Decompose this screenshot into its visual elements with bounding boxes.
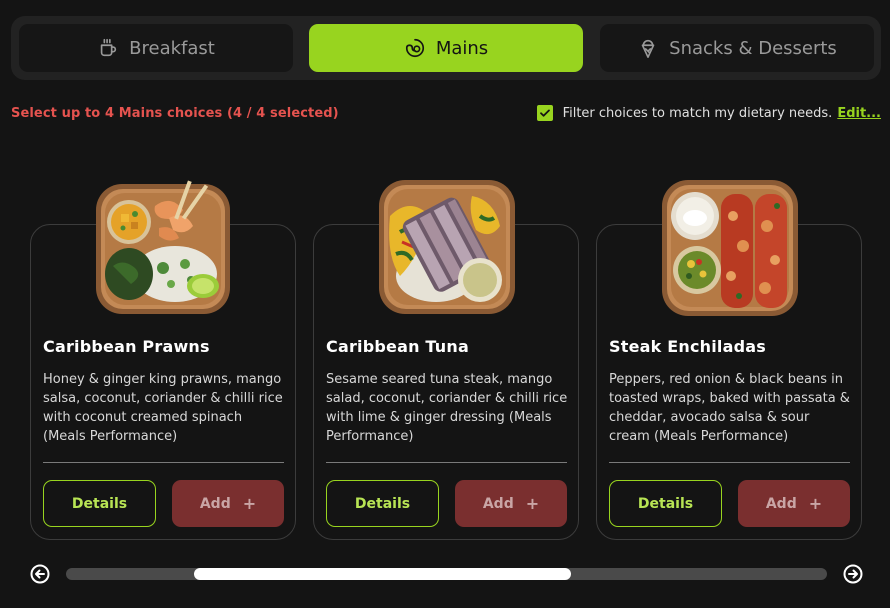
add-button-label: Add [199, 495, 231, 512]
ice-cream-icon [637, 37, 659, 59]
add-button[interactable]: Add + [738, 480, 850, 527]
meal-title: Caribbean Tuna [326, 337, 469, 356]
meal-title: Steak Enchiladas [609, 337, 766, 356]
card-divider [326, 462, 567, 463]
tab-mains[interactable]: Mains [309, 24, 583, 72]
card-divider [43, 462, 284, 463]
tab-snacks-desserts[interactable]: Snacks & Desserts [600, 24, 874, 72]
add-button[interactable]: Add + [455, 480, 567, 527]
tab-breakfast-label: Breakfast [129, 37, 215, 59]
tab-breakfast[interactable]: Breakfast [19, 24, 293, 72]
dietary-filter: Filter choices to match my dietary needs… [536, 105, 881, 121]
carousel-next-button[interactable] [843, 564, 863, 584]
card-divider [609, 462, 850, 463]
coffee-cup-icon [97, 37, 119, 59]
meal-image-steak-enchiladas [662, 180, 798, 316]
meal-description: Peppers, red onion & black beans in toas… [609, 372, 850, 444]
plus-icon: + [808, 494, 823, 513]
add-button-label: Add [482, 495, 514, 512]
meal-description: Honey & ginger king prawns, mango salsa,… [43, 372, 283, 444]
meal-image-caribbean-tuna [379, 180, 515, 314]
details-button[interactable]: Details [609, 480, 722, 527]
meal-description: Sesame seared tuna steak, mango salad, c… [326, 372, 568, 444]
food-bowl-icon [404, 37, 426, 59]
edit-dietary-link[interactable]: Edit... [837, 106, 881, 121]
tab-mains-label: Mains [435, 37, 489, 59]
carousel-prev-button[interactable] [30, 564, 50, 584]
meal-category-tabs: Breakfast Mains Snacks & Desserts [11, 16, 881, 80]
add-button-label: Add [765, 495, 797, 512]
meal-image-caribbean-prawns [96, 180, 230, 314]
plus-icon: + [242, 494, 257, 513]
arrow-left-circle-icon [30, 564, 50, 584]
details-button[interactable]: Details [43, 480, 156, 527]
arrow-right-circle-icon [843, 564, 863, 584]
carousel-scrollbar-thumb[interactable] [194, 568, 571, 580]
dietary-filter-label: Filter choices to match my dietary needs… [562, 105, 833, 121]
details-button[interactable]: Details [326, 480, 439, 527]
meal-title: Caribbean Prawns [43, 337, 210, 356]
checkmark-icon [539, 109, 550, 117]
selection-count-message: Select up to 4 Mains choices (4 / 4 sele… [11, 106, 339, 121]
plus-icon: + [525, 494, 540, 513]
add-button[interactable]: Add + [172, 480, 284, 527]
dietary-filter-checkbox[interactable] [536, 105, 553, 121]
tab-snacks-label: Snacks & Desserts [669, 37, 837, 59]
